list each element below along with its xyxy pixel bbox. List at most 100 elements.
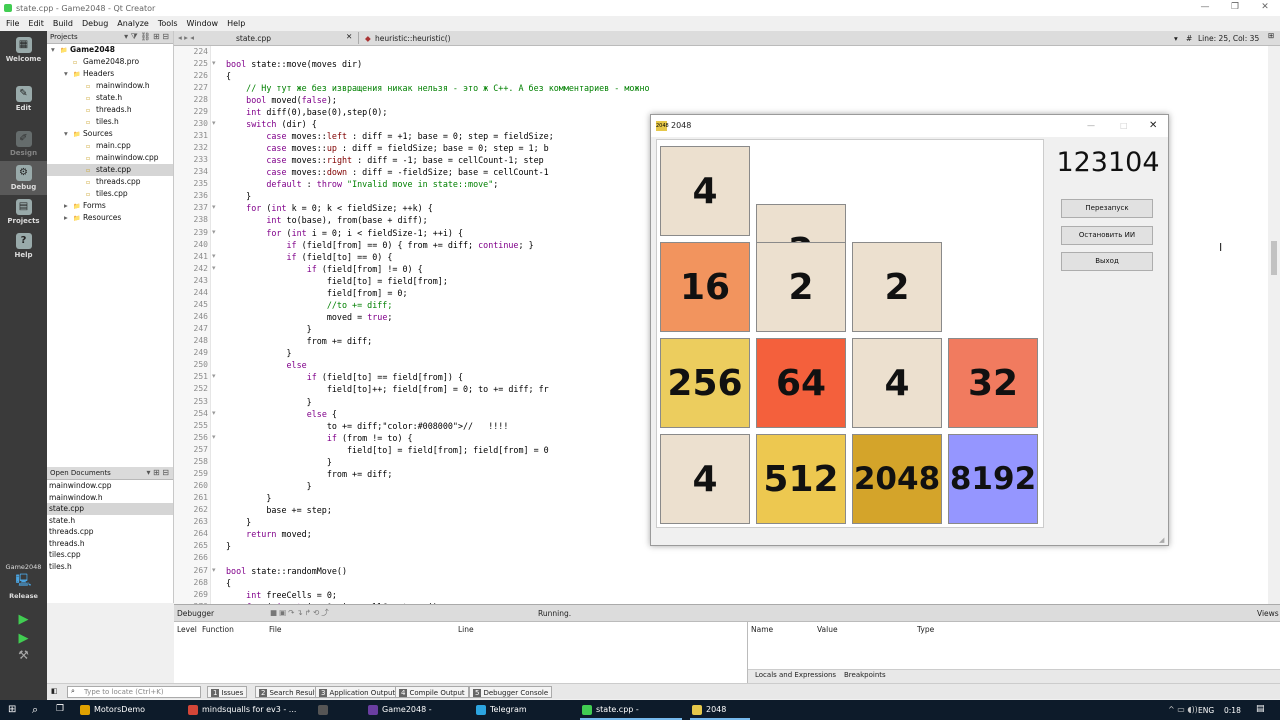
kit-device-icon[interactable]: 🖳	[0, 571, 47, 592]
tree-arrow-icon[interactable]: ▾	[64, 68, 73, 80]
col-type[interactable]: Type	[917, 625, 934, 634]
close-button[interactable]: ✕	[1250, 0, 1280, 16]
open-documents-combo[interactable]: Open Documents	[50, 469, 111, 477]
code-line[interactable]: int diff(0),base(0),step(0);	[226, 107, 387, 117]
code-line[interactable]: moved = true;	[226, 312, 393, 322]
tree-item[interactable]: ▾ 📁 Game2048	[47, 44, 173, 56]
code-line[interactable]: base += step;	[226, 505, 332, 515]
mode-debug[interactable]: ⚙ Debug	[0, 161, 47, 195]
fold-marker-icon[interactable]: ▾	[212, 433, 222, 441]
menu-debug[interactable]: Debug	[82, 19, 108, 28]
taskbar-task[interactable]: mindsqualls for ev3 - ...	[186, 700, 308, 720]
tree-item[interactable]: ▸ 📁 Forms	[47, 200, 173, 212]
function-combo-arrow[interactable]: ▾	[1174, 34, 1178, 43]
views-button[interactable]: Views	[1257, 609, 1279, 618]
tree-item[interactable]: ▫ state.cpp	[47, 164, 173, 176]
tree-item[interactable]: ▸ 📁 Resources	[47, 212, 173, 224]
tree-item[interactable]: ▫ tiles.h	[47, 116, 173, 128]
game-maximize-button[interactable]: □	[1120, 115, 1128, 137]
task-view-icon[interactable]: ❐	[56, 704, 64, 714]
tree-item[interactable]: ▫ tiles.cpp	[47, 188, 173, 200]
resize-grip[interactable]: ◢	[1159, 536, 1164, 544]
code-line[interactable]: }	[226, 191, 251, 201]
projects-combo[interactable]: Projects	[50, 33, 78, 41]
taskbar-task[interactable]: Telegram	[474, 700, 570, 720]
col-file[interactable]: File	[269, 625, 282, 634]
tree-arrow-icon[interactable]: ▾	[51, 44, 60, 56]
mode-design[interactable]: ✐ Design	[0, 127, 47, 161]
locator-input[interactable]: ⌕ Type to locate (Ctrl+K)	[67, 686, 201, 698]
code-line[interactable]: int to(base), from(base + diff);	[226, 215, 427, 225]
game-close-button[interactable]: ✕	[1149, 115, 1157, 137]
code-line[interactable]: if (from != to) {	[226, 433, 413, 443]
code-line[interactable]: // Ну тут же без извращения никак нельзя…	[226, 83, 649, 93]
restart-button[interactable]: Перезапуск	[1061, 199, 1153, 218]
notifications-icon[interactable]: ▤	[1256, 704, 1265, 714]
tree-item[interactable]: ▫ Game2048.pro	[47, 56, 173, 68]
tree-arrow-icon[interactable]: ▸	[64, 212, 73, 224]
run-icon[interactable]: ▶	[0, 612, 47, 627]
code-line[interactable]: else	[226, 360, 307, 370]
code-line[interactable]: bool state::move(moves dir)	[226, 59, 362, 69]
open-document-item[interactable]: state.h	[47, 515, 173, 527]
code-line[interactable]: switch (dir) {	[226, 119, 317, 129]
projects-tools[interactable]: ▾ ⧩ ⛓ ⊞ ⊟	[124, 32, 169, 42]
code-line[interactable]: field[to]++; field[from] = 0; to += diff…	[226, 384, 549, 394]
col-name[interactable]: Name	[751, 625, 773, 634]
menu-edit[interactable]: Edit	[28, 19, 44, 28]
col-line[interactable]: Line	[458, 625, 474, 634]
col-function[interactable]: Function	[202, 625, 234, 634]
col-level[interactable]: Level	[177, 625, 197, 634]
code-line[interactable]: from += diff;	[226, 336, 373, 346]
toggle-sidebar-icon[interactable]: ◧	[51, 687, 58, 695]
open-document-item[interactable]: mainwindow.cpp	[47, 480, 173, 492]
code-line[interactable]: for (int k = 0; k < fieldSize; ++k) {	[226, 203, 433, 213]
close-file-icon[interactable]: ✕	[346, 32, 352, 41]
game-minimize-button[interactable]: —	[1087, 115, 1095, 137]
code-line[interactable]: case moves::left : diff = +1; base = 0; …	[226, 131, 553, 141]
menu-analyze[interactable]: Analyze	[117, 19, 149, 28]
code-line[interactable]: field[to] = field[from];	[226, 276, 448, 286]
tree-item[interactable]: ▫ threads.cpp	[47, 176, 173, 188]
code-line[interactable]: to += diff;"color:#008000">// !!!!	[226, 421, 509, 431]
tree-arrow-icon[interactable]: ▸	[64, 200, 73, 212]
code-line[interactable]: {	[226, 578, 231, 588]
debugger-step-buttons[interactable]: ■▣↷↴↱⟲⤴	[270, 607, 331, 618]
split-icon[interactable]: ⊞	[1268, 31, 1274, 40]
code-line[interactable]: if (field[to] == field[from]) {	[226, 372, 463, 382]
code-line[interactable]: }	[226, 541, 231, 551]
tree-arrow-icon[interactable]: ▾	[64, 128, 73, 140]
debug-run-icon[interactable]: ▶	[0, 631, 47, 646]
code-line[interactable]: }	[226, 493, 271, 503]
menu-build[interactable]: Build	[53, 19, 73, 28]
tree-item[interactable]: ▫ mainwindow.cpp	[47, 152, 173, 164]
tab-breakpoints[interactable]: Breakpoints	[844, 671, 886, 679]
tree-item[interactable]: ▫ main.cpp	[47, 140, 173, 152]
maximize-button[interactable]: ❐	[1220, 0, 1250, 16]
code-line[interactable]: }	[226, 517, 251, 527]
taskbar-task[interactable]: state.cpp - Game2048...	[580, 700, 682, 720]
cursor-position[interactable]: Line: 25, Col: 35	[1198, 34, 1259, 43]
scrollbar-thumb[interactable]	[1271, 241, 1277, 275]
code-line[interactable]: if (field[to] == 0) {	[226, 252, 393, 262]
function-combo[interactable]: heuristic::heuristic()	[375, 34, 451, 43]
output-tab-5[interactable]: 5 Debugger Console	[469, 686, 553, 698]
tree-item[interactable]: ▫ mainwindow.h	[47, 80, 173, 92]
fold-marker-icon[interactable]: ▾	[212, 264, 222, 272]
code-line[interactable]: else {	[226, 409, 337, 419]
taskbar-task[interactable]	[316, 700, 332, 720]
language-indicator[interactable]: ENG	[1198, 706, 1214, 715]
open-document-item[interactable]: threads.h	[47, 538, 173, 550]
col-value[interactable]: Value	[817, 625, 838, 634]
fold-marker-icon[interactable]: ▾	[212, 566, 222, 574]
code-line[interactable]: //to += diff;	[226, 300, 393, 310]
exit-button[interactable]: Выход	[1061, 252, 1153, 271]
fold-marker-icon[interactable]: ▾	[212, 203, 222, 211]
fold-marker-icon[interactable]: ▾	[212, 59, 222, 67]
file-tab[interactable]: state.cpp	[236, 34, 271, 43]
mode-welcome[interactable]: ▦ Welcome	[0, 33, 47, 67]
open-documents-tools[interactable]: ▾ ⊞ ⊟	[146, 468, 169, 477]
mode-projects[interactable]: ▤ Projects	[0, 195, 47, 229]
nav-arrows[interactable]: ◂ ▸ ◂	[178, 33, 194, 42]
editor-scrollbar[interactable]	[1268, 46, 1280, 604]
